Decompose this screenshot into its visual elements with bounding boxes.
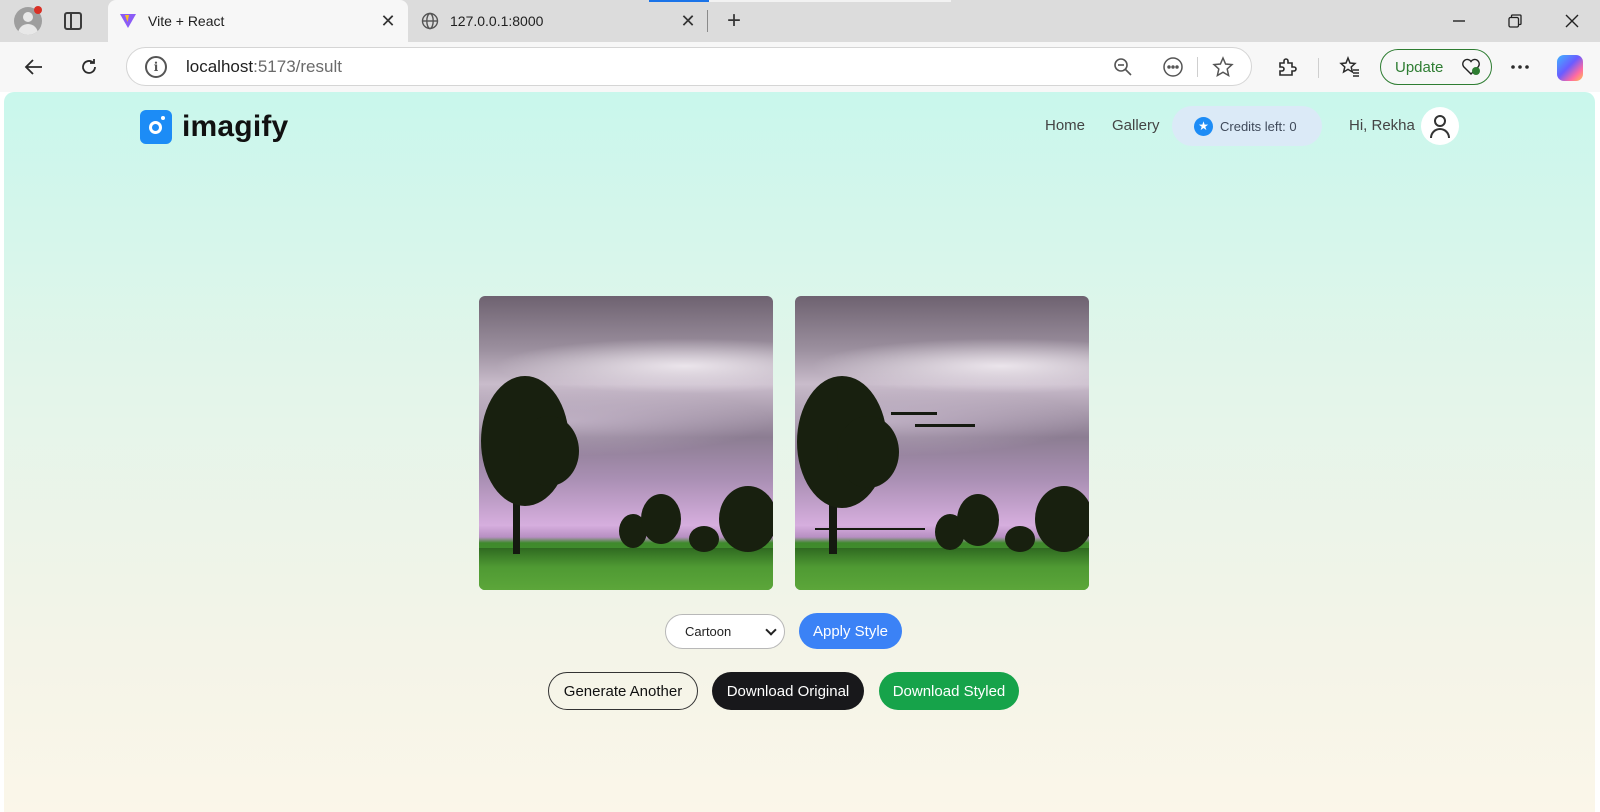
restore-icon[interactable] bbox=[1486, 0, 1544, 42]
more-options-icon[interactable] bbox=[1504, 51, 1536, 83]
update-label: Update bbox=[1395, 58, 1444, 76]
styled-image bbox=[795, 296, 1089, 590]
health-heart-icon bbox=[1461, 58, 1481, 76]
address-bar[interactable]: i localhost:5173/result bbox=[126, 47, 1252, 86]
close-window-icon[interactable] bbox=[1543, 0, 1600, 42]
favorites-icon[interactable] bbox=[1334, 51, 1366, 83]
style-select-value: Cartoon bbox=[685, 624, 732, 639]
tab-title: Vite + React bbox=[148, 13, 225, 29]
download-original-button[interactable]: Download Original bbox=[712, 672, 864, 710]
tab-actions-icon[interactable] bbox=[64, 12, 82, 30]
zoom-out-icon[interactable] bbox=[1110, 54, 1136, 80]
imagify-logo-icon bbox=[140, 110, 172, 144]
tab-title: 127.0.0.1:8000 bbox=[450, 13, 544, 29]
nav-link-gallery[interactable]: Gallery bbox=[1112, 117, 1160, 134]
user-greeting: Hi, Rekha bbox=[1349, 117, 1415, 134]
brand-name: imagify bbox=[182, 110, 289, 143]
update-button[interactable]: Update bbox=[1380, 49, 1492, 85]
minimize-icon[interactable] bbox=[1430, 0, 1488, 42]
tab-localhost-8000[interactable]: 127.0.0.1:8000 ✕ bbox=[410, 0, 708, 42]
app-navbar: imagify Home Gallery ★ Credits left: 0 H… bbox=[4, 92, 1595, 172]
star-icon: ★ bbox=[1194, 116, 1213, 136]
nav-link-home[interactable]: Home bbox=[1045, 117, 1085, 134]
toolbar-separator bbox=[1318, 58, 1319, 78]
credits-badge[interactable]: ★ Credits left: 0 bbox=[1172, 106, 1322, 146]
user-avatar-icon[interactable] bbox=[1421, 107, 1459, 145]
omnibox-separator bbox=[1197, 57, 1198, 77]
reload-icon[interactable] bbox=[73, 51, 105, 83]
browser-toolbar: i localhost:5173/result Update bbox=[0, 42, 1600, 92]
tab-separator bbox=[707, 10, 708, 32]
profile-notification-dot bbox=[34, 6, 42, 14]
favorite-star-icon[interactable] bbox=[1210, 54, 1236, 80]
extensions-icon[interactable] bbox=[1271, 51, 1303, 83]
tab-vite-react[interactable]: Vite + React ✕ bbox=[108, 0, 408, 42]
close-tab-icon[interactable]: ✕ bbox=[374, 7, 402, 35]
chevron-down-icon bbox=[765, 624, 777, 636]
apply-style-button[interactable]: Apply Style bbox=[799, 613, 902, 649]
download-styled-button[interactable]: Download Styled bbox=[879, 672, 1019, 710]
site-info-icon[interactable]: i bbox=[145, 56, 167, 78]
brand-logo[interactable]: imagify bbox=[140, 110, 288, 144]
style-select[interactable]: Cartoon bbox=[665, 614, 785, 649]
original-image bbox=[479, 296, 773, 590]
browser-tab-strip: Vite + React ✕ 127.0.0.1:8000 ✕ + bbox=[0, 0, 1600, 42]
tab-loading-track bbox=[709, 0, 951, 2]
address-url: localhost:5173/result bbox=[186, 57, 342, 76]
read-aloud-icon[interactable] bbox=[1160, 54, 1186, 80]
generate-another-button[interactable]: Generate Another bbox=[548, 672, 698, 710]
globe-icon bbox=[420, 11, 440, 31]
credits-label: Credits left: 0 bbox=[1220, 118, 1297, 134]
back-icon[interactable] bbox=[18, 51, 50, 83]
close-tab-icon[interactable]: ✕ bbox=[674, 7, 702, 35]
page-viewport: imagify Home Gallery ★ Credits left: 0 H… bbox=[4, 92, 1595, 812]
copilot-icon[interactable] bbox=[1557, 55, 1583, 81]
new-tab-icon[interactable]: + bbox=[720, 7, 748, 35]
vite-logo-icon bbox=[118, 11, 138, 31]
tab-loading-indicator bbox=[649, 0, 709, 2]
